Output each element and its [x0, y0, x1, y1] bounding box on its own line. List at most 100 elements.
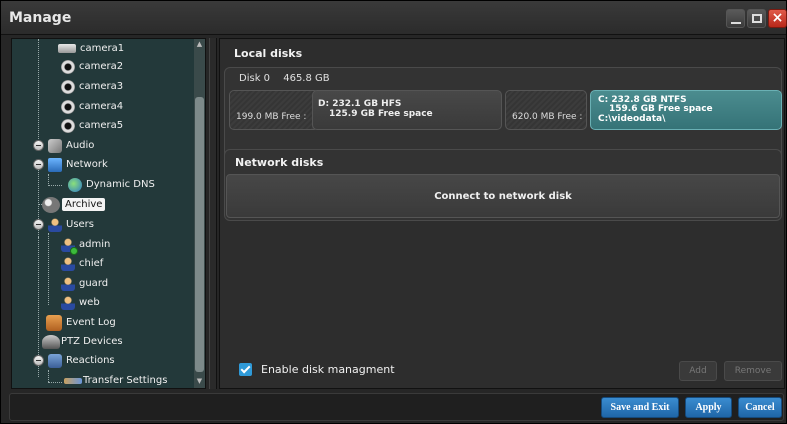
partition-c[interactable]: C: 232.8 GB NTFS 159.6 GB Free space C:\…: [590, 90, 782, 130]
tree-item-label: Transfer Settings: [83, 375, 168, 386]
transfer-icon: [64, 377, 82, 384]
users-icon: [48, 217, 62, 232]
tree-item-label: Audio: [66, 140, 95, 151]
tree-item-label: Dynamic DNS: [86, 179, 155, 190]
ptz-icon: [42, 334, 60, 349]
tree-item-camera2[interactable]: camera2: [61, 57, 123, 76]
scrollbar-thumb[interactable]: [195, 97, 204, 372]
tree-item-label: web: [79, 297, 100, 308]
collapse-icon[interactable]: [33, 219, 44, 230]
dome-camera-icon: [61, 118, 75, 133]
tree-item-camera3[interactable]: camera3: [61, 77, 123, 96]
tree-item-ptz-devices[interactable]: PTZ Devices: [42, 332, 123, 351]
partition-unallocated-2[interactable]: 620.0 MB Free :: [505, 90, 587, 130]
dialog-footer: Save and Exit Apply Cancel: [9, 393, 784, 421]
partition-free-text: 620.0 MB Free :: [512, 112, 583, 122]
reactions-icon: [48, 353, 62, 368]
partition-free-space: 159.6 GB Free space: [609, 104, 713, 114]
tree-item-label: Event Log: [66, 317, 116, 328]
globe-icon: [68, 177, 82, 192]
collapse-icon[interactable]: [33, 159, 44, 170]
save-and-exit-button[interactable]: Save and Exit: [601, 397, 679, 418]
scroll-down-icon[interactable]: ▼: [195, 377, 204, 386]
remove-button[interactable]: Remove: [724, 361, 782, 381]
connect-network-disk-button[interactable]: Connect to network disk: [226, 174, 780, 218]
tree-item-transfer-settings[interactable]: Transfer Settings: [64, 371, 168, 388]
tree-item-label: Network: [66, 159, 108, 170]
box-camera-icon: [58, 44, 76, 53]
archive-icon: [42, 196, 60, 213]
tree-item-camera4[interactable]: camera4: [61, 97, 123, 116]
dome-camera-icon: [61, 59, 75, 74]
tree-item-label: guard: [79, 278, 109, 289]
event-log-icon: [46, 314, 62, 331]
tree-item-admin[interactable]: admin: [61, 235, 111, 255]
tree-connector: [48, 370, 49, 382]
minimize-icon: [731, 22, 741, 24]
network-disks-title: Network disks: [235, 156, 324, 169]
tree-connector: [48, 185, 62, 186]
tree-item-chief[interactable]: chief: [61, 254, 103, 273]
dome-camera-icon: [61, 99, 75, 114]
partition-name: D: 232.1 GB HFS: [318, 99, 402, 109]
cancel-button[interactable]: Cancel: [738, 397, 782, 418]
enable-disk-management-checkbox[interactable]: [239, 363, 252, 376]
panel-splitter[interactable]: [209, 38, 217, 389]
manage-window: Manage × camera1 camera2 camera3 camera4…: [0, 0, 787, 424]
user-icon: [61, 256, 75, 271]
tree-connector: [48, 233, 49, 305]
add-button[interactable]: Add: [679, 361, 717, 381]
tree-item-label: Users: [66, 219, 95, 230]
dome-camera-icon: [61, 79, 75, 94]
archive-settings-panel: Local disks Disk 0 465.8 GB 199.0 MB Fre…: [219, 38, 785, 389]
title-bar: Manage ×: [1, 1, 787, 35]
tree-item-archive[interactable]: Archive: [42, 195, 106, 214]
disk-name: Disk 0: [239, 73, 271, 84]
tree-item-label: PTZ Devices: [61, 336, 123, 347]
window-title: Manage: [9, 10, 72, 26]
tree-item-audio[interactable]: Audio: [33, 136, 94, 155]
enable-disk-management-row[interactable]: Enable disk managment: [239, 363, 395, 376]
audio-icon: [48, 138, 62, 153]
collapse-icon[interactable]: [33, 140, 44, 151]
minimize-button[interactable]: [726, 9, 745, 28]
partition-d[interactable]: D: 232.1 GB HFS 125.9 GB Free space: [312, 90, 502, 130]
tree-item-web[interactable]: web: [61, 293, 100, 312]
partition-free-space: 125.9 GB Free space: [329, 109, 433, 119]
maximize-icon: [752, 14, 762, 23]
tree-item-label: camera5: [79, 120, 124, 131]
network-icon: [48, 157, 62, 172]
tree-item-network[interactable]: Network: [33, 155, 108, 174]
user-icon: [61, 276, 75, 291]
tree-scrollbar[interactable]: ▲ ▼: [194, 39, 205, 388]
close-icon: ×: [771, 10, 784, 26]
tree-item-event-log[interactable]: Event Log: [46, 313, 116, 332]
disk-size: 465.8 GB: [283, 73, 330, 84]
tree-item-camera5[interactable]: camera5: [61, 116, 123, 135]
settings-tree: camera1 camera2 camera3 camera4 camera5 …: [11, 38, 206, 389]
tree-item-label: camera4: [79, 101, 124, 112]
partition-unallocated-1[interactable]: 199.0 MB Free :: [229, 90, 319, 130]
tree-item-label: camera2: [79, 61, 124, 72]
tree-connector: [48, 382, 62, 383]
disk-header: Disk 0 465.8 GB: [239, 73, 340, 84]
local-disks-title: Local disks: [234, 47, 303, 60]
tree-item-label: admin: [79, 239, 111, 250]
tree-item-dynamic-dns[interactable]: Dynamic DNS: [68, 175, 155, 194]
tree-item-reactions[interactable]: Reactions: [33, 351, 115, 370]
tree-item-users[interactable]: Users: [33, 215, 94, 234]
collapse-icon[interactable]: [33, 355, 44, 366]
tree-item-label: Archive: [62, 198, 106, 211]
tree-item-camera1[interactable]: camera1: [58, 39, 124, 58]
close-button[interactable]: ×: [768, 9, 787, 28]
user-icon: [61, 237, 78, 255]
tree-item-label: camera1: [80, 43, 125, 54]
tree-item-label: chief: [79, 258, 104, 269]
enable-disk-management-label: Enable disk managment: [261, 363, 395, 376]
tree-item-label: camera3: [79, 81, 124, 92]
scroll-up-icon[interactable]: ▲: [195, 40, 204, 49]
maximize-button[interactable]: [747, 9, 766, 28]
apply-button[interactable]: Apply: [685, 397, 732, 418]
tree-connector: [38, 39, 39, 149]
tree-item-guard[interactable]: guard: [61, 274, 108, 293]
